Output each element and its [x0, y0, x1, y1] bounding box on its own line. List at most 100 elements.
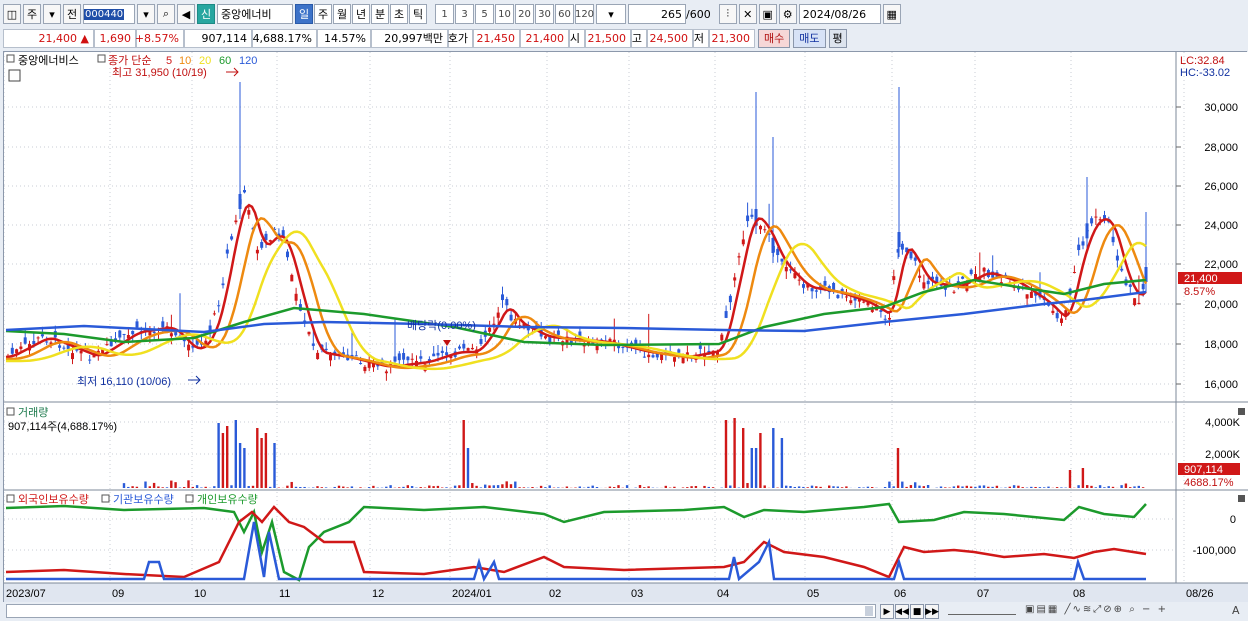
crosshair-icon[interactable]: ✕: [738, 4, 757, 24]
volume-bar: [711, 487, 715, 488]
code-dropdown-icon[interactable]: ▾: [137, 4, 155, 24]
x-axis-bg: [4, 583, 1248, 603]
prev-button[interactable]: 전: [63, 4, 81, 24]
prev-label: 전: [66, 8, 78, 21]
volume-bar: [982, 485, 986, 488]
period-tab-6[interactable]: 틱: [409, 4, 427, 24]
candle-body: [329, 354, 332, 361]
volume-bar: [294, 486, 298, 488]
volume-bar: [1094, 487, 1097, 488]
volume-bar: [707, 486, 710, 488]
interval-button-5[interactable]: 5: [475, 4, 494, 24]
speaker-icon[interactable]: ◀: [177, 4, 195, 24]
holding-title-1: 기관보유수량: [113, 493, 174, 506]
volume-bar: [367, 487, 371, 488]
interval-button-1[interactable]: 1: [435, 4, 454, 24]
drawing-tools-icon[interactable]: ▣▤▦ ╱∿≋⤢⊘⊕ ⌕ − +: [1025, 604, 1168, 615]
volume-bar: [1043, 487, 1046, 488]
buy-button[interactable]: 매수: [758, 28, 791, 48]
rewind-icon[interactable]: ◀◀: [895, 604, 909, 619]
volume-bar: [204, 486, 207, 488]
period-tab-1[interactable]: 주: [314, 4, 332, 24]
volume-bar: [458, 485, 461, 488]
volume-bar: [759, 433, 762, 488]
period-tab-0[interactable]: 일: [295, 4, 313, 24]
interval-button-10[interactable]: 10: [495, 4, 514, 24]
new-badge[interactable]: 신: [197, 4, 215, 24]
count-field[interactable]: 265: [628, 4, 686, 24]
volume-bar: [342, 486, 345, 488]
font-size-icon[interactable]: A: [1232, 604, 1240, 617]
volume-bar: [797, 486, 801, 488]
chart-area[interactable]: 30,000 28,000 26,000 24,000 22,000 20,000 18,0…: [3, 51, 1248, 603]
chart-canvas[interactable]: 30,000 28,000 26,000 24,000 22,000 20,000 18,0…: [4, 52, 1248, 603]
sell-button[interactable]: 매도: [793, 28, 826, 48]
period-tab-4[interactable]: 분: [371, 4, 389, 24]
date-field[interactable]: 2024/08/26: [798, 4, 881, 24]
market-dropdown-icon[interactable]: ▾: [43, 4, 61, 24]
zoom-slider[interactable]: [948, 604, 1016, 615]
volume-bar: [539, 485, 543, 488]
volume-bar: [385, 486, 388, 488]
volume-bar: [750, 448, 753, 488]
save-icon[interactable]: ▣: [758, 4, 777, 24]
candle-body: [36, 337, 40, 339]
volume-bar: [1107, 486, 1110, 488]
candle-body: [466, 348, 470, 351]
volume-bar: [866, 486, 870, 488]
forward-icon[interactable]: ▶▶: [925, 604, 939, 619]
volume-bar: [965, 485, 968, 488]
candle-body: [982, 267, 986, 272]
calendar-icon[interactable]: ▦: [882, 4, 901, 24]
candle-body: [724, 311, 728, 318]
toolbar: ◫ 주 ▾ 전 000440 ▾ ⌕ ◀ 신 중앙에너비 일주월년분초틱 135…: [0, 3, 1248, 25]
stock-code-input[interactable]: 000440: [83, 4, 135, 24]
interval-button-30[interactable]: 30: [535, 4, 554, 24]
volume-bar: [729, 485, 732, 488]
x-axis-label: 2023/07: [6, 588, 46, 600]
volume-bar: [505, 481, 508, 488]
period-tab-2[interactable]: 월: [333, 4, 351, 24]
interval-button-60[interactable]: 60: [555, 4, 574, 24]
period-tab-3[interactable]: 년: [352, 4, 370, 24]
volume-bar: [673, 486, 676, 488]
volume-bar: [471, 483, 474, 488]
volume-bar: [681, 487, 685, 488]
candle-body: [225, 249, 229, 254]
candle-body: [286, 251, 289, 258]
candle-body: [1055, 313, 1059, 319]
stop-icon[interactable]: ■: [910, 604, 924, 619]
x-axis-label: 2024/01: [452, 588, 492, 600]
candle-body: [900, 243, 904, 250]
volume-bar: [316, 486, 319, 488]
interval-button-120[interactable]: 120: [575, 4, 594, 24]
lc-label: LC:32.84: [1180, 55, 1225, 67]
ask-price: 21,450: [473, 28, 520, 48]
market-select[interactable]: 주: [23, 4, 41, 24]
play-icon[interactable]: ▶: [880, 604, 894, 619]
volume-bar: [221, 433, 225, 488]
candle-body: [677, 349, 681, 353]
volume-bar: [509, 484, 513, 488]
volume-bar: [324, 487, 328, 488]
candle-body: [354, 355, 358, 357]
scroll-thumb[interactable]: [865, 606, 873, 616]
candle-body: [105, 344, 109, 346]
high-label: 고: [631, 28, 647, 48]
search-icon[interactable]: ⌕: [157, 4, 175, 24]
volume-bar: [251, 485, 255, 488]
stock-name-field[interactable]: 중앙에너비: [217, 4, 293, 24]
settings-icon[interactable]: ⚙: [778, 4, 797, 24]
chart-scrollbar[interactable]: [6, 604, 876, 618]
window-menu-icon[interactable]: ◫: [3, 4, 21, 24]
volume-bar: [926, 485, 930, 488]
interval-button-3[interactable]: 3: [455, 4, 474, 24]
interval-select[interactable]: ▾: [596, 4, 626, 24]
interval-button-20[interactable]: 20: [515, 4, 534, 24]
candle-body: [746, 215, 750, 222]
avg-button[interactable]: 평: [828, 28, 847, 48]
candle-type-icon[interactable]: ⫶: [718, 4, 737, 24]
period-tab-5[interactable]: 초: [390, 4, 408, 24]
candle-body: [1133, 298, 1137, 306]
bid-price: 21,400: [520, 28, 569, 48]
